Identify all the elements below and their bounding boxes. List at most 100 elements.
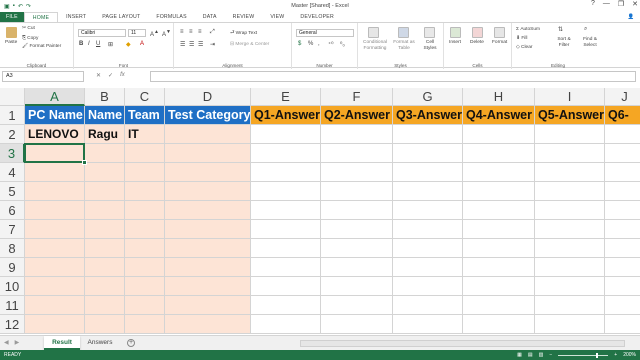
tab-view[interactable]: VIEW — [262, 12, 292, 22]
row-header-8[interactable]: 8 — [0, 239, 25, 258]
cell-h7[interactable] — [463, 220, 535, 239]
format-cells-icon[interactable] — [494, 27, 505, 38]
tab-page-layout[interactable]: PAGE LAYOUT — [94, 12, 148, 22]
row-header-12[interactable]: 12 — [0, 315, 25, 334]
cell-i4[interactable] — [535, 163, 605, 182]
autosum-button[interactable]: Σ AutoSum — [516, 27, 540, 32]
find-select-button[interactable]: Find & Select — [578, 37, 602, 49]
cell-f11[interactable] — [321, 296, 393, 315]
prev-sheet-icon[interactable]: ◀ — [4, 339, 9, 346]
cell-e12[interactable] — [251, 315, 321, 334]
row-header-5[interactable]: 5 — [0, 182, 25, 201]
font-color-icon[interactable]: A — [140, 41, 144, 47]
row-header-10[interactable]: 10 — [0, 277, 25, 296]
cell-e4[interactable] — [251, 163, 321, 182]
cell-e6[interactable] — [251, 201, 321, 220]
cell-j7[interactable] — [605, 220, 640, 239]
cell-d1[interactable]: Test Category — [165, 106, 251, 125]
cell-h10[interactable] — [463, 277, 535, 296]
increase-decimal-icon[interactable]: ⁺⁰ — [328, 41, 334, 48]
cell-f5[interactable] — [321, 182, 393, 201]
align-right-icon[interactable]: ☰ — [198, 41, 203, 48]
cell-i12[interactable] — [535, 315, 605, 334]
cell-e11[interactable] — [251, 296, 321, 315]
cell-styles-icon[interactable] — [424, 27, 435, 38]
cell-i6[interactable] — [535, 201, 605, 220]
cell-c10[interactable] — [125, 277, 165, 296]
cell-d7[interactable] — [165, 220, 251, 239]
cell-h1[interactable]: Q4-Answer — [463, 106, 535, 125]
cell-d5[interactable] — [165, 182, 251, 201]
font-name-select[interactable]: Calibri — [78, 29, 126, 37]
insert-function-icon[interactable]: fx — [120, 72, 125, 79]
normal-view-icon[interactable]: ▦ — [517, 350, 522, 360]
align-middle-icon[interactable]: ≡ — [189, 29, 193, 35]
cell-j2[interactable] — [605, 125, 640, 144]
format-table-icon[interactable] — [398, 27, 409, 38]
row-header-3[interactable]: 3 — [0, 144, 25, 163]
tab-insert[interactable]: INSERT — [58, 12, 94, 22]
cell-j10[interactable] — [605, 277, 640, 296]
cell-h9[interactable] — [463, 258, 535, 277]
cell-f6[interactable] — [321, 201, 393, 220]
row-header-9[interactable]: 9 — [0, 258, 25, 277]
bold-icon[interactable]: B — [79, 41, 83, 47]
cell-e2[interactable] — [251, 125, 321, 144]
cell-g8[interactable] — [393, 239, 463, 258]
cell-d10[interactable] — [165, 277, 251, 296]
cell-c11[interactable] — [125, 296, 165, 315]
cell-b1[interactable]: Name — [85, 106, 125, 125]
cell-b6[interactable] — [85, 201, 125, 220]
column-header-c[interactable]: C — [125, 88, 165, 106]
shrink-font-icon[interactable]: A▼ — [162, 29, 171, 38]
cell-styles-button[interactable]: Cell Styles — [420, 40, 440, 52]
cell-e1[interactable]: Q1-Answer — [251, 106, 321, 125]
row-header-7[interactable]: 7 — [0, 220, 25, 239]
cell-a7[interactable] — [25, 220, 85, 239]
cell-c5[interactable] — [125, 182, 165, 201]
cell-e9[interactable] — [251, 258, 321, 277]
align-center-icon[interactable]: ☰ — [189, 41, 194, 48]
paste-icon[interactable] — [6, 27, 17, 38]
add-sheet-icon[interactable]: + — [127, 339, 135, 347]
cell-c12[interactable] — [125, 315, 165, 334]
insert-cells-button[interactable]: Insert — [449, 40, 461, 45]
cell-g7[interactable] — [393, 220, 463, 239]
zoom-slider[interactable] — [558, 352, 609, 358]
orientation-icon[interactable]: ⤢ — [210, 29, 215, 36]
cell-d11[interactable] — [165, 296, 251, 315]
cell-a12[interactable] — [25, 315, 85, 334]
cell-b3[interactable] — [85, 144, 125, 163]
cell-d8[interactable] — [165, 239, 251, 258]
column-header-i[interactable]: I — [535, 88, 605, 106]
cell-c3[interactable] — [125, 144, 165, 163]
column-header-d[interactable]: D — [165, 88, 251, 106]
cell-i8[interactable] — [535, 239, 605, 258]
column-header-f[interactable]: F — [321, 88, 393, 106]
cell-i2[interactable] — [535, 125, 605, 144]
horizontal-scrollbar[interactable] — [300, 340, 625, 347]
cell-j1[interactable]: Q6- — [605, 106, 640, 125]
tab-file[interactable]: FILE — [0, 12, 24, 22]
column-header-e[interactable]: E — [251, 88, 321, 106]
grow-font-icon[interactable]: A▲ — [150, 29, 159, 38]
cell-i5[interactable] — [535, 182, 605, 201]
cell-a1[interactable]: PC Name — [25, 106, 85, 125]
cell-b12[interactable] — [85, 315, 125, 334]
tab-formulas[interactable]: FORMULAS — [148, 12, 194, 22]
worksheet-grid[interactable]: A B C D E F G H I J 1 PC Name Name Team Test Category Q… — [0, 88, 640, 334]
paste-button[interactable]: Paste — [5, 40, 17, 45]
cell-g9[interactable] — [393, 258, 463, 277]
wrap-text-button[interactable]: ⮐ Wrap Text — [230, 30, 257, 38]
row-header-2[interactable]: 2 — [0, 125, 25, 144]
cell-j5[interactable] — [605, 182, 640, 201]
cell-g5[interactable] — [393, 182, 463, 201]
row-header-6[interactable]: 6 — [0, 201, 25, 220]
cell-j4[interactable] — [605, 163, 640, 182]
merge-center-button[interactable]: ⊟ Merge & Center — [230, 42, 269, 47]
column-header-a[interactable]: A — [25, 88, 85, 106]
sort-filter-button[interactable]: Sort & Filter — [552, 37, 576, 49]
cell-b7[interactable] — [85, 220, 125, 239]
format-cells-button[interactable]: Format — [492, 40, 507, 45]
decrease-decimal-icon[interactable]: ⁰₀ — [340, 41, 345, 48]
